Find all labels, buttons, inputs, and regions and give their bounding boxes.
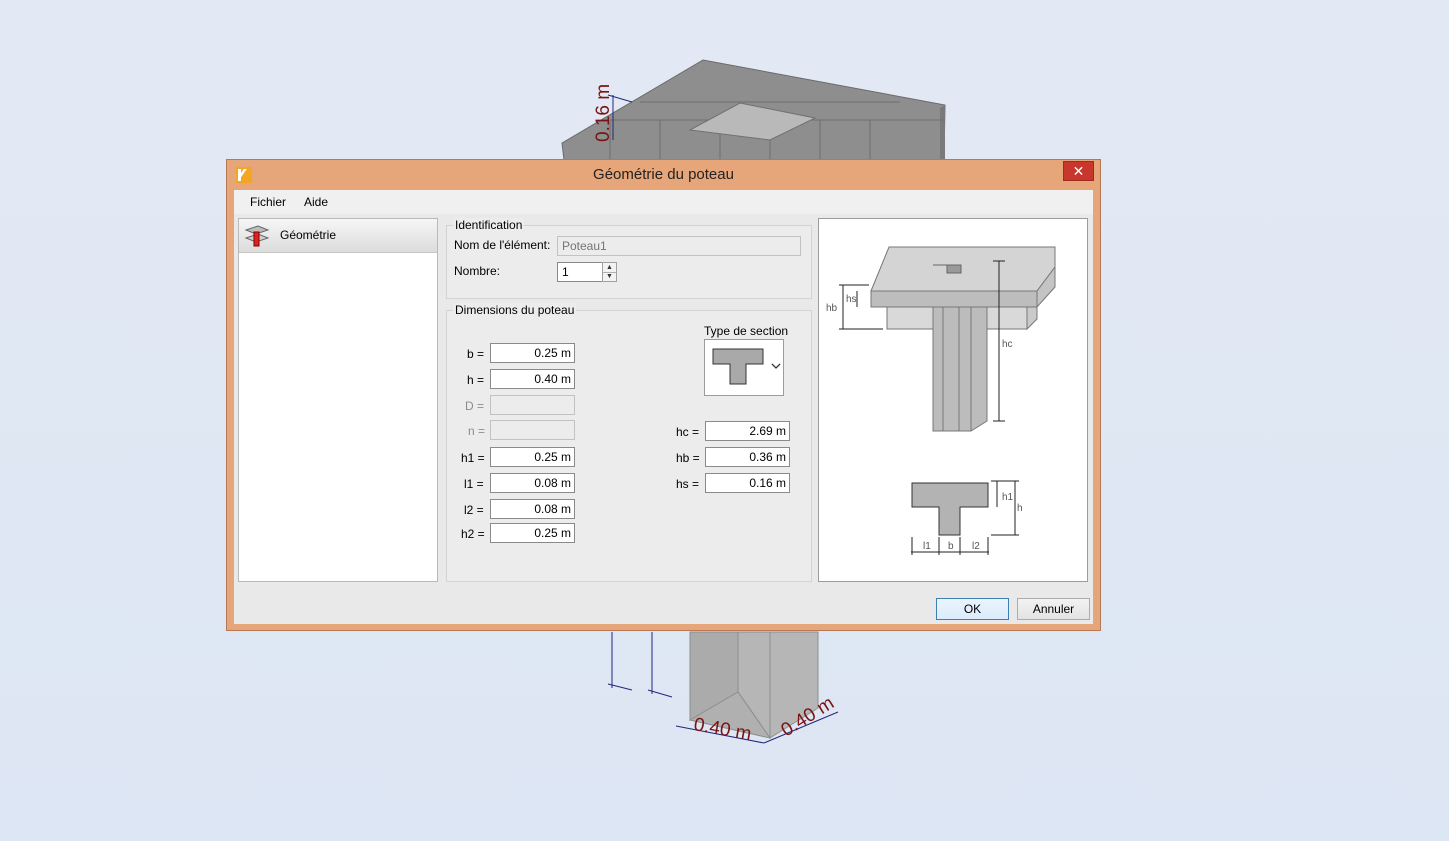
section-type-label: Type de section (704, 324, 789, 338)
count-stepper[interactable]: ▲ ▼ (602, 262, 617, 282)
d-input[interactable] (490, 395, 575, 415)
hs-input[interactable]: 0.16 m (705, 473, 790, 493)
n-label: n = (468, 424, 486, 438)
count-label: Nombre: (454, 264, 501, 278)
chevron-down-icon (771, 363, 781, 369)
h1-input[interactable]: 0.25 m (490, 447, 575, 467)
nav-panel: Géométrie (238, 218, 438, 582)
h2-label: h2 = (461, 527, 485, 541)
element-name-input[interactable] (557, 236, 801, 256)
close-button[interactable]: ✕ (1063, 161, 1094, 181)
dim-slab-thickness: 0.16 m (593, 84, 614, 142)
nav-item-geometry[interactable]: Géométrie (239, 219, 437, 253)
cancel-button[interactable]: Annuler (1017, 598, 1090, 620)
t-section-icon (712, 348, 781, 385)
hc-label: hc = (676, 425, 700, 439)
column-geometry-dialog: Géométrie du poteau ✕ Fichier Aide Géomé… (226, 159, 1101, 631)
element-name-label: Nom de l'élément: (454, 238, 551, 252)
menu-help[interactable]: Aide (304, 195, 328, 209)
diagram-label-h: h (1017, 503, 1023, 514)
stepper-down-icon[interactable]: ▼ (603, 272, 616, 281)
diagram-label-b: b (948, 541, 954, 552)
ok-button[interactable]: OK (936, 598, 1009, 620)
geometry-icon (244, 225, 270, 247)
h2-input[interactable]: 0.25 m (490, 523, 575, 543)
h-label: h = (467, 373, 485, 387)
diagram-label-hb: hb (826, 303, 838, 314)
diagram-label-l1: l1 (923, 541, 931, 552)
diagram-label-h1: h1 (1002, 492, 1014, 503)
hb-label: hb = (676, 451, 700, 465)
title-bar[interactable]: Géométrie du poteau ✕ (227, 160, 1100, 190)
l1-input[interactable]: 0.08 m (490, 473, 575, 493)
diagram-label-hs: hs (846, 294, 857, 305)
menu-bar: Fichier Aide (234, 190, 1093, 214)
h-input[interactable]: 0.40 m (490, 369, 575, 389)
identification-group: Identification Nom de l'élément: Nombre:… (446, 218, 812, 299)
count-input[interactable]: 1 (557, 262, 603, 282)
column-3d-schematic: hs hb hc h1 h l1 b l2 (826, 246, 1056, 555)
slab-side-face (940, 105, 945, 160)
dimensions-group: Dimensions du poteau b = 0.25 m h = 0.40… (446, 303, 812, 582)
l2-label: l2 = (464, 503, 484, 517)
b-input[interactable]: 0.25 m (490, 343, 575, 363)
dimensions-title: Dimensions du poteau (453, 303, 577, 317)
dialog-title: Géométrie du poteau (593, 166, 734, 183)
column-diagram: hs hb hc h1 h l1 b l2 (818, 218, 1088, 582)
nav-item-label: Géométrie (280, 228, 337, 242)
l2-input[interactable]: 0.08 m (490, 499, 575, 519)
b-label: b = (467, 347, 485, 361)
hb-input[interactable]: 0.36 m (705, 447, 790, 467)
hs-label: hs = (676, 477, 700, 491)
dialog-content: Géométrie Identification Nom de l'élémen… (234, 214, 1093, 624)
h1-label: h1 = (461, 451, 485, 465)
identification-title: Identification (453, 218, 525, 232)
close-icon: ✕ (1072, 163, 1085, 179)
diagram-label-l2: l2 (972, 541, 980, 552)
l1-label: l1 = (464, 477, 484, 491)
menu-file[interactable]: Fichier (250, 195, 286, 209)
section-type-select[interactable] (704, 339, 784, 396)
d-label: D = (465, 399, 485, 413)
dialog-client: Fichier Aide Géométrie Identification No… (234, 190, 1093, 624)
diagram-label-hc: hc (1002, 339, 1013, 350)
n-input[interactable] (490, 420, 575, 440)
hc-input[interactable]: 2.69 m (705, 421, 790, 441)
